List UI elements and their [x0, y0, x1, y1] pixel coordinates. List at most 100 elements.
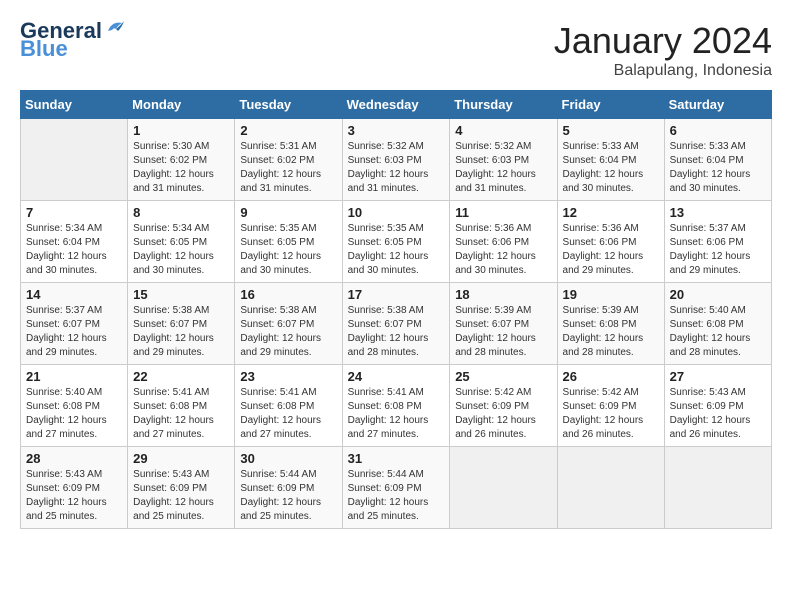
- calendar-table: SundayMondayTuesdayWednesdayThursdayFrid…: [20, 90, 772, 529]
- day-number: 9: [240, 205, 336, 220]
- day-info: Sunrise: 5:39 AMSunset: 6:07 PMDaylight:…: [455, 304, 551, 360]
- weekday-header-thursday: Thursday: [450, 91, 557, 119]
- day-info: Sunrise: 5:39 AMSunset: 6:08 PMDaylight:…: [563, 304, 659, 360]
- day-number: 3: [348, 123, 445, 138]
- calendar-cell: [557, 447, 664, 529]
- logo: General Blue: [20, 20, 126, 60]
- calendar-cell: 16 Sunrise: 5:38 AMSunset: 6:07 PMDayligh…: [235, 283, 342, 365]
- weekday-header-sunday: Sunday: [21, 91, 128, 119]
- day-number: 12: [563, 205, 659, 220]
- calendar-cell: 10 Sunrise: 5:35 AMSunset: 6:05 PMDayligh…: [342, 201, 450, 283]
- calendar-cell: 21 Sunrise: 5:40 AMSunset: 6:08 PMDayligh…: [21, 365, 128, 447]
- location: Balapulang, Indonesia: [554, 62, 772, 80]
- day-info: Sunrise: 5:38 AMSunset: 6:07 PMDaylight:…: [133, 304, 229, 360]
- day-info: Sunrise: 5:32 AMSunset: 6:03 PMDaylight:…: [455, 140, 551, 196]
- day-number: 2: [240, 123, 336, 138]
- day-info: Sunrise: 5:38 AMSunset: 6:07 PMDaylight:…: [240, 304, 336, 360]
- calendar-cell: 9 Sunrise: 5:35 AMSunset: 6:05 PMDaylight…: [235, 201, 342, 283]
- day-info: Sunrise: 5:43 AMSunset: 6:09 PMDaylight:…: [133, 468, 229, 524]
- day-info: Sunrise: 5:40 AMSunset: 6:08 PMDaylight:…: [670, 304, 766, 360]
- day-info: Sunrise: 5:41 AMSunset: 6:08 PMDaylight:…: [348, 386, 445, 442]
- day-number: 28: [26, 451, 122, 466]
- day-info: Sunrise: 5:38 AMSunset: 6:07 PMDaylight:…: [348, 304, 445, 360]
- calendar-cell: 5 Sunrise: 5:33 AMSunset: 6:04 PMDaylight…: [557, 119, 664, 201]
- calendar-week-row: 1 Sunrise: 5:30 AMSunset: 6:02 PMDaylight…: [21, 119, 772, 201]
- day-number: 17: [348, 287, 445, 302]
- calendar-cell: [21, 119, 128, 201]
- calendar-cell: 22Sunrise: 5:41 AMSunset: 6:08 PMDayligh…: [128, 365, 235, 447]
- day-number: 6: [670, 123, 766, 138]
- day-number: 26: [563, 369, 659, 384]
- weekday-header-monday: Monday: [128, 91, 235, 119]
- day-number: 7: [26, 205, 122, 220]
- logo-text-blue: Blue: [20, 38, 68, 60]
- day-number: 14: [26, 287, 122, 302]
- day-number: 24: [348, 369, 445, 384]
- page-header: General Blue January 2024 Balapulang, In…: [20, 20, 772, 80]
- weekday-header-saturday: Saturday: [664, 91, 771, 119]
- calendar-cell: 17 Sunrise: 5:38 AMSunset: 6:07 PMDayligh…: [342, 283, 450, 365]
- calendar-cell: 27 Sunrise: 5:43 AMSunset: 6:09 PMDayligh…: [664, 365, 771, 447]
- calendar-cell: 24 Sunrise: 5:41 AMSunset: 6:08 PMDayligh…: [342, 365, 450, 447]
- day-info: Sunrise: 5:37 AMSunset: 6:07 PMDaylight:…: [26, 304, 122, 360]
- calendar-cell: [664, 447, 771, 529]
- calendar-week-row: 21 Sunrise: 5:40 AMSunset: 6:08 PMDayligh…: [21, 365, 772, 447]
- day-number: 21: [26, 369, 122, 384]
- day-info: Sunrise: 5:35 AMSunset: 6:05 PMDaylight:…: [240, 222, 336, 278]
- day-number: 29: [133, 451, 229, 466]
- calendar-week-row: 28 Sunrise: 5:43 AMSunset: 6:09 PMDayligh…: [21, 447, 772, 529]
- logo-bird-icon: [104, 17, 126, 39]
- day-info: Sunrise: 5:35 AMSunset: 6:05 PMDaylight:…: [348, 222, 445, 278]
- calendar-cell: 26Sunrise: 5:42 AMSunset: 6:09 PMDayligh…: [557, 365, 664, 447]
- day-number: 8: [133, 205, 229, 220]
- day-number: 4: [455, 123, 551, 138]
- day-info: Sunrise: 5:44 AMSunset: 6:09 PMDaylight:…: [348, 468, 445, 524]
- day-number: 1: [133, 123, 229, 138]
- day-number: 27: [670, 369, 766, 384]
- day-number: 10: [348, 205, 445, 220]
- day-info: Sunrise: 5:41 AMSunset: 6:08 PMDaylight:…: [133, 386, 229, 442]
- day-number: 11: [455, 205, 551, 220]
- calendar-cell: 28Sunrise: 5:43 AMSunset: 6:09 PMDayligh…: [21, 447, 128, 529]
- day-number: 31: [348, 451, 445, 466]
- calendar-week-row: 7 Sunrise: 5:34 AMSunset: 6:04 PMDaylight…: [21, 201, 772, 283]
- calendar-week-row: 14 Sunrise: 5:37 AMSunset: 6:07 PMDayligh…: [21, 283, 772, 365]
- calendar-cell: [450, 447, 557, 529]
- day-number: 20: [670, 287, 766, 302]
- calendar-cell: 18 Sunrise: 5:39 AMSunset: 6:07 PMDayligh…: [450, 283, 557, 365]
- day-info: Sunrise: 5:43 AMSunset: 6:09 PMDaylight:…: [670, 386, 766, 442]
- day-info: Sunrise: 5:33 AMSunset: 6:04 PMDaylight:…: [670, 140, 766, 196]
- day-info: Sunrise: 5:30 AMSunset: 6:02 PMDaylight:…: [133, 140, 229, 196]
- day-info: Sunrise: 5:37 AMSunset: 6:06 PMDaylight:…: [670, 222, 766, 278]
- day-number: 18: [455, 287, 551, 302]
- weekday-header-tuesday: Tuesday: [235, 91, 342, 119]
- calendar-cell: 19 Sunrise: 5:39 AMSunset: 6:08 PMDayligh…: [557, 283, 664, 365]
- day-number: 25: [455, 369, 551, 384]
- day-info: Sunrise: 5:40 AMSunset: 6:08 PMDaylight:…: [26, 386, 122, 442]
- calendar-cell: 29 Sunrise: 5:43 AMSunset: 6:09 PMDayligh…: [128, 447, 235, 529]
- calendar-cell: 11 Sunrise: 5:36 AMSunset: 6:06 PMDayligh…: [450, 201, 557, 283]
- day-info: Sunrise: 5:41 AMSunset: 6:08 PMDaylight:…: [240, 386, 336, 442]
- day-info: Sunrise: 5:34 AMSunset: 6:04 PMDaylight:…: [26, 222, 122, 278]
- calendar-cell: 8 Sunrise: 5:34 AMSunset: 6:05 PMDaylight…: [128, 201, 235, 283]
- day-info: Sunrise: 5:31 AMSunset: 6:02 PMDaylight:…: [240, 140, 336, 196]
- calendar-cell: 23Sunrise: 5:41 AMSunset: 6:08 PMDayligh…: [235, 365, 342, 447]
- calendar-cell: 31 Sunrise: 5:44 AMSunset: 6:09 PMDayligh…: [342, 447, 450, 529]
- day-number: 15: [133, 287, 229, 302]
- day-number: 19: [563, 287, 659, 302]
- weekday-header-wednesday: Wednesday: [342, 91, 450, 119]
- day-info: Sunrise: 5:44 AMSunset: 6:09 PMDaylight:…: [240, 468, 336, 524]
- day-info: Sunrise: 5:33 AMSunset: 6:04 PMDaylight:…: [563, 140, 659, 196]
- day-number: 16: [240, 287, 336, 302]
- day-number: 5: [563, 123, 659, 138]
- day-info: Sunrise: 5:34 AMSunset: 6:05 PMDaylight:…: [133, 222, 229, 278]
- calendar-cell: 13 Sunrise: 5:37 AMSunset: 6:06 PMDayligh…: [664, 201, 771, 283]
- day-number: 30: [240, 451, 336, 466]
- day-info: Sunrise: 5:42 AMSunset: 6:09 PMDaylight:…: [455, 386, 551, 442]
- calendar-cell: 14 Sunrise: 5:37 AMSunset: 6:07 PMDayligh…: [21, 283, 128, 365]
- day-info: Sunrise: 5:36 AMSunset: 6:06 PMDaylight:…: [455, 222, 551, 278]
- weekday-header-friday: Friday: [557, 91, 664, 119]
- day-number: 13: [670, 205, 766, 220]
- month-title: January 2024: [554, 20, 772, 62]
- day-info: Sunrise: 5:36 AMSunset: 6:06 PMDaylight:…: [563, 222, 659, 278]
